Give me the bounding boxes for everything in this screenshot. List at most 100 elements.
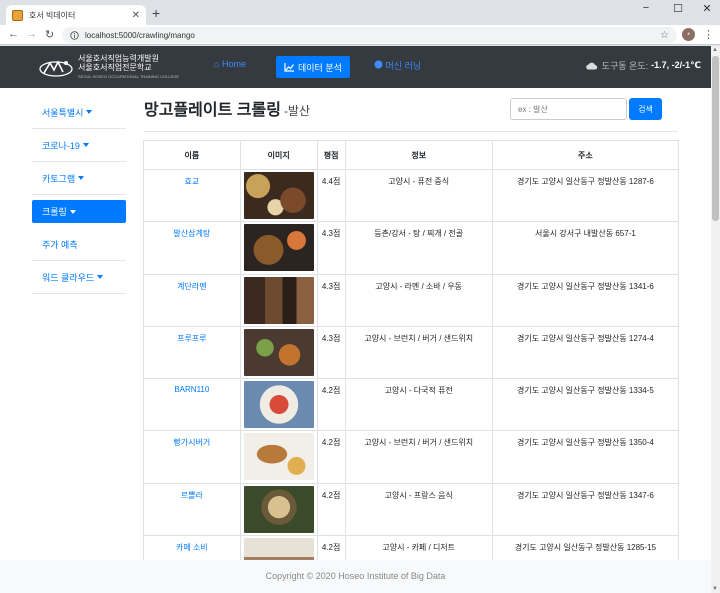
address-cell: 경기도 고양시 일산동구 정발산동 1274-4	[491, 325, 680, 380]
weather-widget: 도구동 온도: -1.7, -2/-1℃	[585, 59, 701, 72]
close-tab-icon[interactable]: ✕	[132, 10, 140, 21]
restaurant-name-link[interactable]: 계단라멘	[143, 273, 241, 327]
sidebar-nav: 서울특별시 코로나-19 카토그램 크롤링 주가 예측 워드 클라우드	[32, 96, 126, 294]
sidebar-item-label: 크롤링	[42, 207, 67, 217]
logo-mark-icon	[39, 59, 73, 77]
search-button[interactable]: 검색	[629, 98, 662, 120]
nav-home-label: Home	[221, 59, 246, 69]
table-row: 효교 4.4점 고양시 - 퓨전 중식 경기도 고양시 일산동구 정발산동 12…	[143, 168, 680, 223]
table-row: BARN110 4.2점 고양시 - 다국적 퓨전 경기도 고양시 일산동구 정…	[143, 378, 680, 432]
sidebar-item-label: 카토그램	[42, 173, 76, 184]
restaurant-name-link[interactable]: 프루프루	[143, 325, 241, 380]
caret-down-icon	[78, 176, 85, 180]
nav-data-analysis-button[interactable]: 데이터 분석	[276, 56, 350, 78]
sidebar-item-seoul[interactable]: 서울특별시	[32, 96, 126, 129]
new-tab-icon[interactable]: +	[152, 5, 160, 21]
brain-icon	[374, 60, 383, 69]
scroll-down-icon[interactable]: ▼	[712, 586, 718, 592]
maximize-icon[interactable]: ☐	[668, 2, 688, 15]
forward-icon[interactable]: →	[26, 28, 37, 40]
page-viewport: 서울호서직업능력개발원 서울호서직업전문학교 SEOUL HOSEO OCCUP…	[0, 46, 711, 593]
sidebar-item-crawling[interactable]: 크롤링	[32, 200, 126, 223]
restaurant-photo	[243, 328, 314, 376]
rating-cell: 4.3점	[316, 273, 346, 327]
sidebar-item-word-cloud[interactable]: 워드 클라우드	[32, 261, 126, 294]
address-bar-row: ← → ↻ localhost:5000/crawling/mango ☆ ◕ …	[0, 25, 720, 45]
url-text: localhost:5000/crawling/mango	[85, 30, 195, 40]
table-row: 발산삼계탕 4.3점 등촌/강서 - 탕 / 찌개 / 전골 서울시 강서구 내…	[143, 221, 680, 275]
address-cell: 경기도 고양시 일산동구 정발산동 1350-4	[491, 430, 680, 484]
restaurant-photo	[243, 224, 314, 272]
image-cell	[239, 378, 318, 432]
caret-down-icon	[86, 110, 93, 114]
weather-label: 도구동 온도:	[601, 61, 649, 71]
column-header-info: 정보	[344, 140, 493, 170]
address-cell: 경기도 고양시 일산동구 정발산동 1287-6	[491, 168, 680, 223]
browser-tab[interactable]: 호서 빅데이터 ✕	[6, 5, 146, 25]
caret-down-icon	[97, 275, 104, 279]
rating-cell: 4.4점	[316, 168, 346, 223]
info-cell: 고양시 - 브런치 / 버거 / 샌드위치	[344, 430, 493, 484]
restaurant-photo	[243, 433, 314, 481]
browser-menu-icon[interactable]: ⋮	[703, 28, 714, 41]
image-cell	[239, 273, 318, 327]
rating-cell: 4.2점	[316, 430, 346, 484]
url-field[interactable]: localhost:5000/crawling/mango ☆	[62, 27, 677, 43]
minimize-icon[interactable]: −	[636, 2, 656, 14]
sidebar-item-cartogram[interactable]: 카토그램	[32, 162, 126, 195]
logo-line-2: 서울호서직업전문학교	[78, 63, 152, 72]
info-icon	[70, 30, 79, 40]
column-header-name: 이름	[143, 140, 241, 170]
info-cell: 고양시 - 프랑스 음식	[344, 482, 493, 537]
image-cell	[239, 325, 318, 380]
sidebar-item-label: 서울특별시	[42, 107, 84, 118]
restaurant-name-link[interactable]: 르쁠라	[143, 482, 241, 537]
vertical-scrollbar[interactable]: ▲ ▼	[711, 46, 720, 593]
sidebar-item-label: 워드 클라우드	[42, 272, 95, 283]
restaurant-photo	[243, 381, 314, 429]
sidebar-item-covid[interactable]: 코로나-19	[32, 129, 126, 162]
restaurant-name-link[interactable]: 발산삼계탕	[143, 221, 241, 275]
bookmark-star-icon[interactable]: ☆	[660, 30, 669, 41]
logo-line-1: 서울호서직업능력개발원	[78, 54, 159, 63]
image-cell	[239, 430, 318, 484]
scrollbar-thumb[interactable]	[712, 56, 719, 221]
page-footer: Copyright © 2020 Hoseo Institute of Big …	[0, 560, 711, 593]
cloud-icon	[585, 62, 597, 70]
home-icon: ⌂	[214, 59, 220, 69]
column-header-rating: 평점	[316, 140, 346, 170]
site-navbar: 서울호서직업능력개발원 서울호서직업전문학교 SEOUL HOSEO OCCUP…	[0, 46, 711, 88]
address-cell: 경기도 고양시 일산동구 정발산동 1334-5	[491, 378, 680, 432]
table-row: 르쁠라 4.2점 고양시 - 프랑스 음식 경기도 고양시 일산동구 정발산동 …	[143, 482, 680, 537]
address-cell: 경기도 고양시 일산동구 정발산동 1341-6	[491, 273, 680, 327]
search-input[interactable]	[510, 98, 627, 120]
info-cell: 고양시 - 브런치 / 버거 / 샌드위치	[344, 325, 493, 380]
address-cell: 경기도 고양시 일산동구 정발산동 1347-6	[491, 482, 680, 537]
back-icon[interactable]: ←	[8, 28, 19, 40]
rating-cell: 4.3점	[316, 221, 346, 275]
logo-text: 서울호서직업능력개발원 서울호서직업전문학교 SEOUL HOSEO OCCUP…	[78, 54, 179, 81]
sidebar-item-stock-prediction[interactable]: 주가 예측	[32, 228, 126, 261]
column-header-image: 이미지	[239, 140, 318, 170]
window-close-icon[interactable]: ✕	[697, 2, 717, 15]
restaurant-name-link[interactable]: 효교	[143, 168, 241, 223]
chart-icon	[284, 62, 294, 72]
restaurant-photo	[243, 276, 314, 324]
site-logo[interactable]: 서울호서직업능력개발원 서울호서직업전문학교 SEOUL HOSEO OCCUP…	[38, 54, 179, 81]
profile-avatar[interactable]: ◕	[682, 28, 695, 41]
restaurant-table: 이름 이미지 평점 정보 주소 효교 4.4점 고양시 - 퓨전 중식 경기도 …	[143, 140, 680, 589]
nav-data-analysis-label: 데이터 분석	[298, 62, 342, 73]
image-cell	[239, 221, 318, 275]
restaurant-name-link[interactable]: 빵가시버거	[143, 430, 241, 484]
sidebar-item-label: 코로나-19	[42, 140, 80, 151]
rating-cell: 4.2점	[316, 378, 346, 432]
nav-machine-learning-link[interactable]: 머신 러닝	[374, 59, 421, 72]
reload-icon[interactable]: ↻	[45, 28, 54, 41]
restaurant-name-link[interactable]: BARN110	[143, 378, 241, 432]
sidebar-item-label: 주가 예측	[42, 239, 78, 250]
nav-home-link[interactable]: ⌂ Home	[214, 59, 246, 69]
table-row: 계단라멘 4.3점 고양시 - 라멘 / 소바 / 우동 경기도 고양시 일산동…	[143, 273, 680, 327]
scroll-up-icon[interactable]: ▲	[712, 47, 718, 53]
page-title-text: 망고플레이트 크롤링	[144, 102, 281, 119]
weather-value: -1.7, -2/-1℃	[651, 60, 701, 70]
